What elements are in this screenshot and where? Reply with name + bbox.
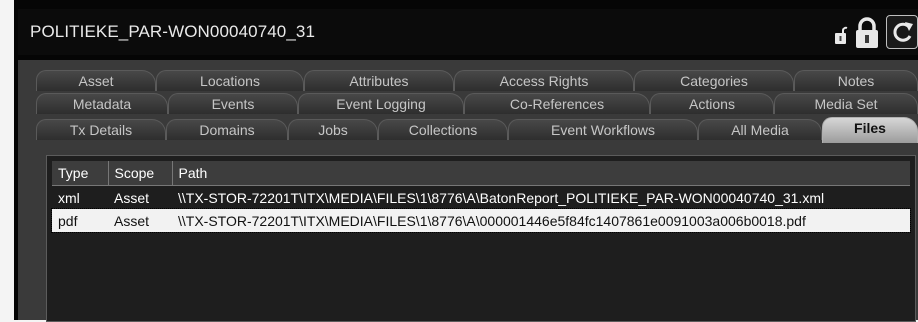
tab-co-references[interactable]: Co-References	[464, 93, 650, 114]
cell-type: pdf	[52, 209, 108, 232]
tab-event-workflows[interactable]: Event Workflows	[508, 119, 698, 140]
tab-notes[interactable]: Notes	[794, 70, 918, 91]
tab-row-2: Metadata Events Event Logging Co-Referen…	[18, 92, 918, 115]
cell-scope: Asset	[114, 189, 150, 206]
tab-events[interactable]: Events	[168, 93, 298, 114]
cell-scope: Asset	[108, 209, 172, 232]
files-panel: Type Scope Path xml Asset \\TX-STOR-7220…	[46, 155, 916, 322]
tab-metadata[interactable]: Metadata	[36, 93, 168, 114]
tab-row-3: Tx Details Domains Jobs Collections Even…	[18, 117, 918, 143]
tab-domains[interactable]: Domains	[166, 119, 288, 140]
tab-media-set[interactable]: Media Set	[774, 93, 918, 114]
tab-attributes[interactable]: Attributes	[304, 70, 454, 91]
tab-event-logging[interactable]: Event Logging	[298, 93, 464, 114]
tab-jobs[interactable]: Jobs	[288, 119, 378, 140]
column-header-path[interactable]: Path	[172, 161, 910, 186]
title-bar: POLITIEKE_PAR-WON00040740_31	[18, 9, 918, 55]
column-header-type[interactable]: Type	[52, 161, 109, 186]
title-icons	[834, 15, 918, 49]
tab-all-media[interactable]: All Media	[698, 119, 822, 140]
tab-locations[interactable]: Locations	[156, 70, 304, 91]
tab-row-1: Asset Locations Attributes Access Rights…	[18, 69, 918, 92]
content-area: Asset Locations Attributes Access Rights…	[18, 60, 918, 322]
cell-type: xml	[58, 189, 80, 206]
table-row-selected[interactable]: pdf Asset \\TX-STOR-72201T\ITX\MEDIA\FIL…	[51, 208, 911, 233]
files-table: Type Scope Path xml Asset \\TX-STOR-7220…	[51, 161, 911, 233]
tab-actions[interactable]: Actions	[650, 93, 774, 114]
cell-path: \\TX-STOR-72201T\ITX\MEDIA\FILES\1\8776\…	[172, 209, 910, 232]
unlocked-padlock-icon[interactable]	[834, 25, 848, 45]
tab-tx-details[interactable]: Tx Details	[36, 119, 166, 140]
window-title: POLITIEKE_PAR-WON00040740_31	[30, 22, 316, 41]
padlock-icon[interactable]	[852, 17, 882, 49]
tab-collections[interactable]: Collections	[378, 119, 508, 140]
cell-path: \\TX-STOR-72201T\ITX\MEDIA\FILES\1\8776\…	[178, 189, 825, 206]
tab-files[interactable]: Files	[822, 117, 918, 143]
tab-asset[interactable]: Asset	[36, 70, 156, 91]
table-header-row: Type Scope Path	[52, 161, 910, 186]
column-header-scope[interactable]: Scope	[108, 161, 173, 186]
refresh-icon[interactable]	[886, 15, 918, 49]
tab-access-rights[interactable]: Access Rights	[454, 70, 634, 91]
asset-window: POLITIEKE_PAR-WON00040740_31 Asset Locat…	[14, 0, 918, 322]
table-row[interactable]: xml Asset \\TX-STOR-72201T\ITX\MEDIA\FIL…	[52, 186, 910, 210]
tab-categories[interactable]: Categories	[634, 70, 794, 91]
